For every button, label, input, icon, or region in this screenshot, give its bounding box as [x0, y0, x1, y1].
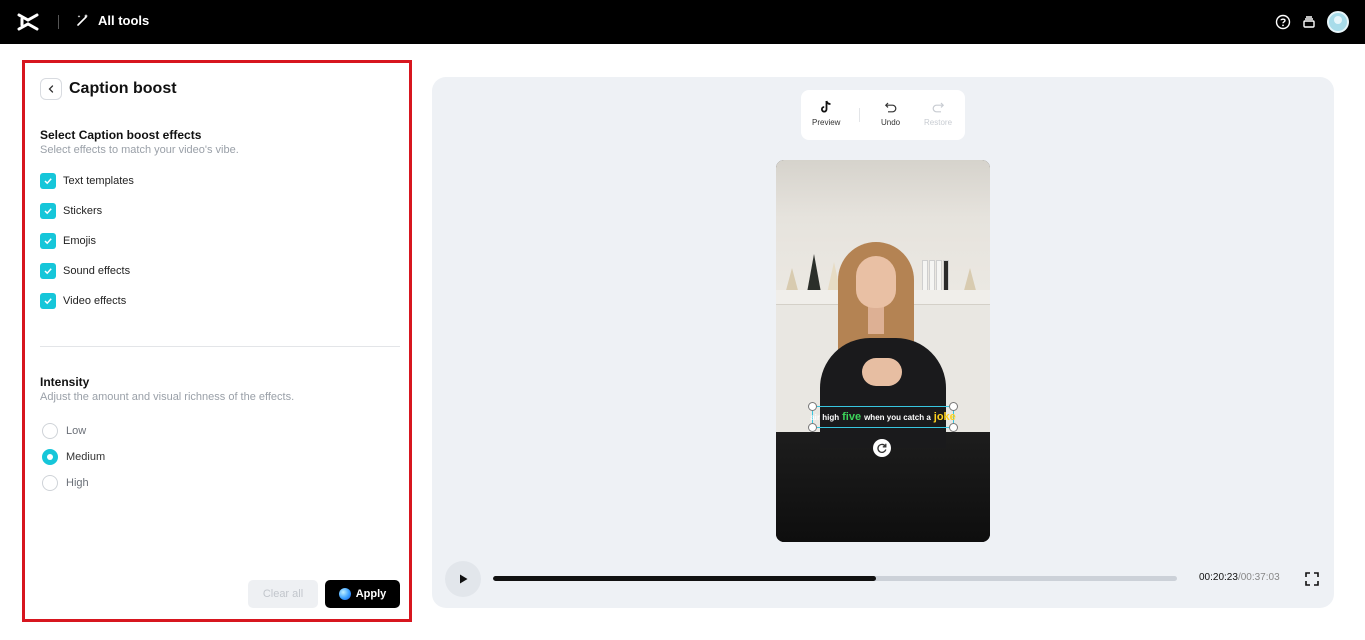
video-person-face: [856, 256, 896, 308]
tiktok-icon: [819, 100, 833, 114]
sparkle-orb-icon: [339, 588, 351, 600]
intensity-option-low[interactable]: Low: [42, 423, 86, 439]
intensity-label: Medium: [66, 451, 105, 463]
caption-text: air high: [810, 413, 839, 422]
avatar[interactable]: [1327, 11, 1349, 33]
magic-wand-icon: [75, 12, 91, 28]
fullscreen-icon[interactable]: [1304, 571, 1320, 587]
intensity-label: Low: [66, 425, 86, 437]
undo-label: Undo: [881, 118, 900, 127]
check-icon: [43, 176, 53, 186]
radio-button-selected[interactable]: [42, 449, 58, 465]
top-bar: All tools: [0, 0, 1365, 44]
topbar-divider: [58, 15, 59, 29]
caption-boost-panel: Caption boost Select Caption boost effec…: [22, 60, 412, 622]
restore-label: Restore: [924, 118, 952, 127]
rotate-icon: [876, 442, 888, 454]
all-tools-label: All tools: [98, 13, 149, 28]
undo-button[interactable]: Undo: [881, 100, 900, 127]
all-tools-button[interactable]: All tools: [75, 12, 149, 28]
preview-toolbar: Preview Undo Restore: [801, 90, 965, 140]
checkbox-checked[interactable]: [40, 233, 56, 249]
play-button[interactable]: [445, 561, 481, 597]
effect-label: Video effects: [63, 295, 126, 307]
effect-label: Stickers: [63, 205, 102, 217]
restore-button[interactable]: Restore: [924, 100, 952, 127]
help-icon[interactable]: [1275, 14, 1291, 30]
total-time: /00:37:03: [1238, 572, 1280, 583]
back-button[interactable]: [40, 78, 62, 100]
preview-button[interactable]: Preview: [812, 100, 840, 127]
effect-label: Text templates: [63, 175, 134, 187]
caption-overlay[interactable]: air high five when you catch a joke: [812, 406, 954, 428]
effects-section-title: Select Caption boost effects: [40, 128, 201, 142]
intensity-option-high[interactable]: High: [42, 475, 89, 491]
effect-option-stickers[interactable]: Stickers: [40, 203, 102, 219]
effect-label: Emojis: [63, 235, 96, 247]
resize-handle[interactable]: [808, 402, 817, 411]
resize-handle[interactable]: [949, 402, 958, 411]
section-divider: [40, 346, 400, 347]
playback-progress-fill: [493, 576, 876, 581]
radio-button[interactable]: [42, 423, 58, 439]
intensity-section-subtitle: Adjust the amount and visual richness of…: [40, 391, 294, 403]
play-icon: [457, 573, 469, 585]
effect-option-video-effects[interactable]: Video effects: [40, 293, 126, 309]
playback-time: 00:20:23/00:37:03: [1199, 572, 1280, 583]
stack-icon[interactable]: [1301, 14, 1317, 30]
effect-option-emojis[interactable]: Emojis: [40, 233, 96, 249]
effect-option-sound-effects[interactable]: Sound effects: [40, 263, 130, 279]
intensity-option-medium[interactable]: Medium: [42, 449, 105, 465]
apply-label: Apply: [356, 588, 387, 600]
effects-section-subtitle: Select effects to match your video's vib…: [40, 144, 239, 156]
rotate-handle[interactable]: [873, 439, 891, 457]
check-icon: [43, 296, 53, 306]
redo-icon: [931, 100, 945, 114]
apply-button[interactable]: Apply: [325, 580, 400, 608]
preview-area: Preview Undo Restore: [432, 77, 1334, 608]
caption-highlight-word: joke: [934, 411, 956, 423]
checkbox-checked[interactable]: [40, 293, 56, 309]
panel-title: Caption boost: [69, 80, 177, 98]
clear-all-button[interactable]: Clear all: [248, 580, 318, 608]
radio-button[interactable]: [42, 475, 58, 491]
playback-progress-bar[interactable]: [493, 576, 1177, 581]
video-frame[interactable]: air high five when you catch a joke: [776, 160, 990, 542]
resize-handle[interactable]: [949, 423, 958, 432]
video-person-neck: [868, 304, 884, 334]
video-person-body: [820, 338, 946, 448]
chevron-left-icon: [46, 84, 56, 94]
effect-label: Sound effects: [63, 265, 130, 277]
intensity-label: High: [66, 477, 89, 489]
video-person-hands: [862, 358, 902, 386]
capcut-logo-icon[interactable]: [17, 11, 39, 33]
toolbar-divider: [859, 108, 860, 122]
check-icon: [43, 266, 53, 276]
intensity-section-title: Intensity: [40, 375, 89, 389]
checkbox-checked[interactable]: [40, 263, 56, 279]
checkbox-checked[interactable]: [40, 173, 56, 189]
effect-option-text-templates[interactable]: Text templates: [40, 173, 134, 189]
check-icon: [43, 206, 53, 216]
check-icon: [43, 236, 53, 246]
current-time: 00:20:23: [1199, 572, 1238, 583]
undo-icon: [884, 100, 898, 114]
caption-highlight-word: five: [842, 411, 861, 423]
resize-handle[interactable]: [808, 423, 817, 432]
caption-text: when you catch a: [864, 413, 931, 422]
preview-label: Preview: [812, 118, 840, 127]
checkbox-checked[interactable]: [40, 203, 56, 219]
